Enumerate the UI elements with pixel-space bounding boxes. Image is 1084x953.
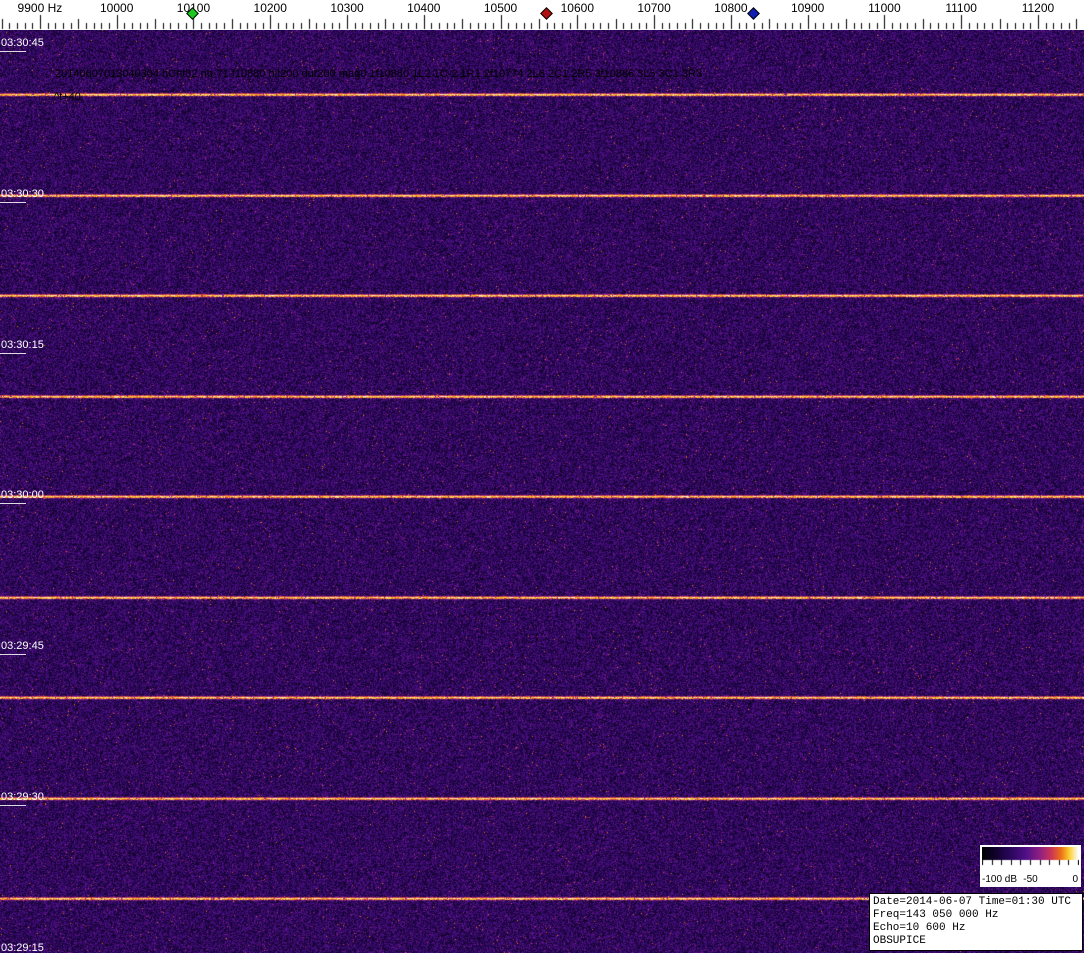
freq-axis-label: 11200 bbox=[1021, 1, 1055, 15]
freq-axis-label: 10200 bbox=[253, 1, 287, 15]
legend-min-label: -100 dB bbox=[982, 874, 1018, 885]
time-tick-line bbox=[0, 201, 26, 203]
time-label: 03:29:45 bbox=[1, 640, 44, 652]
info-date-time: Date=2014-06-07 Time=01:30 UTC bbox=[873, 896, 1072, 908]
freq-axis-label: 11000 bbox=[868, 1, 901, 15]
info-station: OBSUPICE bbox=[873, 935, 926, 947]
intensity-legend: -100 dB -50 0 bbox=[980, 845, 1081, 887]
freq-axis-label: 10000 bbox=[100, 1, 134, 15]
intensity-gradient-bar bbox=[982, 847, 1079, 867]
info-echo: Echo=10 600 Hz bbox=[873, 922, 966, 934]
time-label: 03:30:00 bbox=[1, 489, 44, 502]
legend-mid-label: -50 bbox=[1023, 874, 1038, 885]
time-label: 03:29:30 bbox=[1, 790, 44, 803]
spectrogram-screen: 9900 Hz100001010010200103001040010500106… bbox=[0, 0, 1084, 953]
time-tick-line bbox=[0, 51, 26, 52]
time-label: 03:30:45 bbox=[1, 37, 44, 49]
detection-annotation: 20140607013040304 hCnt32 nb-71 f10880 hi… bbox=[55, 68, 703, 80]
frequency-axis: 9900 Hz100001010010200103001040010500106… bbox=[0, 0, 1084, 30]
freq-axis-label: 10900 bbox=[790, 1, 825, 15]
freq-axis-label: 10500 bbox=[483, 1, 518, 15]
info-frequency: Freq=143 050 000 Hz bbox=[873, 909, 999, 921]
freq-axis-label: 9900 Hz bbox=[17, 1, 63, 15]
time-tick-line bbox=[0, 503, 26, 505]
time-tick-line bbox=[0, 352, 26, 354]
time-tick-line bbox=[0, 804, 26, 806]
freq-axis-label: 10700 bbox=[637, 1, 671, 15]
observation-info-box: Date=2014-06-07 Time=01:30 UTC Freq=143 … bbox=[869, 893, 1083, 951]
legend-max-label: 0 bbox=[1072, 874, 1078, 885]
time-label: 03:30:15 bbox=[1, 338, 44, 351]
freq-axis-label: 10800 bbox=[714, 1, 748, 15]
time-label: 03:29:15 bbox=[1, 941, 44, 953]
freq-axis-label: 10600 bbox=[560, 1, 594, 15]
time-label: 03:30:30 bbox=[1, 187, 44, 200]
time-tick-line bbox=[0, 654, 26, 655]
spectrogram-waterfall bbox=[0, 30, 1084, 953]
freq-axis-label: 10300 bbox=[330, 1, 364, 15]
freq-axis-label: 10400 bbox=[407, 1, 441, 15]
freq-axis-label: 11100 bbox=[945, 1, 977, 15]
pulse-time-tag: ^t+40 bbox=[54, 91, 81, 103]
